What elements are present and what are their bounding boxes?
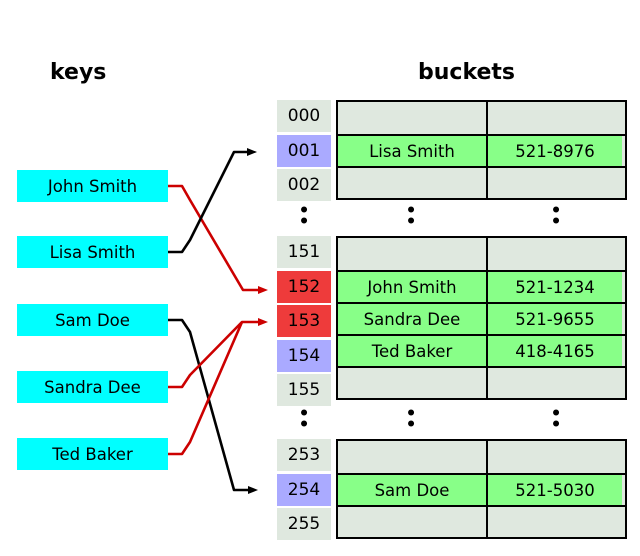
sam-doe-to-254 — [168, 318, 258, 494]
ellipsis-phone: • • — [489, 405, 623, 435]
key-label: Sandra Dee — [44, 377, 141, 397]
bucket-index-cell: 151 — [277, 236, 331, 268]
bucket-index-label: 002 — [287, 175, 321, 195]
bucket-name-cell — [338, 238, 488, 270]
bucket-name-cell: Sam Doe — [338, 475, 488, 505]
bucket-index-label: 254 — [287, 479, 321, 500]
lisa-smith-to-001 — [168, 148, 257, 254]
vertical-ellipsis-icon: • • — [405, 404, 417, 435]
sandra-dee-to-153 — [168, 318, 268, 389]
table-row: John Smith 521-1234 — [338, 270, 625, 302]
bucket-phone-cell: 418-4165 — [488, 336, 622, 366]
bucket-index-label: 253 — [287, 445, 321, 465]
vertical-ellipsis-icon: • • — [298, 201, 310, 232]
bucket-phone-cell — [488, 441, 622, 473]
bucket-phone-cell — [488, 368, 622, 398]
bucket-name-cell: Sandra Dee — [338, 304, 488, 334]
bucket-index-cell: 002 — [277, 169, 331, 201]
bucket-index-cell: 253 — [277, 439, 331, 471]
bucket-index-label: 153 — [287, 311, 321, 331]
table-row: Ted Baker 418-4165 — [338, 334, 625, 366]
bucket-phone-cell — [488, 507, 622, 537]
ellipsis-phone: • • — [489, 202, 623, 232]
bucket-index-label: 154 — [287, 345, 321, 366]
bucket-block: Lisa Smith 521-8976 — [336, 100, 627, 200]
bucket-name-cell: Ted Baker — [338, 336, 488, 366]
ellipsis-index: • • — [277, 202, 331, 232]
john-smith-to-152 — [168, 184, 268, 294]
bucket-phone-cell — [488, 102, 622, 134]
bucket-name-cell — [338, 102, 488, 134]
bucket-name-cell — [338, 507, 488, 537]
ellipsis-index: • • — [277, 405, 331, 435]
keys-heading: keys — [50, 60, 107, 85]
ellipsis-name: • • — [336, 202, 486, 232]
vertical-ellipsis-icon: • • — [550, 201, 562, 232]
bucket-index-label: 255 — [287, 514, 321, 534]
table-row — [338, 238, 625, 270]
bucket-name-cell: Lisa Smith — [338, 136, 488, 166]
key-box[interactable]: Sandra Dee — [17, 371, 168, 403]
key-label: Lisa Smith — [49, 242, 136, 262]
bucket-name-cell: John Smith — [338, 272, 488, 302]
bucket-name-cell — [338, 441, 488, 473]
bucket-index-label: 151 — [287, 242, 321, 262]
buckets-heading: buckets — [418, 60, 516, 85]
key-label: John Smith — [47, 176, 138, 196]
table-row: Sam Doe 521-5030 — [338, 473, 625, 505]
bucket-phone-cell: 521-5030 — [488, 475, 622, 505]
bucket-index-cell: 000 — [277, 100, 331, 132]
vertical-ellipsis-icon: • • — [405, 201, 417, 232]
bucket-index-cell: 155 — [277, 374, 331, 406]
key-box[interactable]: Lisa Smith — [17, 236, 168, 268]
bucket-index-cell: 154 — [277, 339, 331, 372]
key-label: Sam Doe — [55, 310, 130, 330]
table-row — [338, 166, 625, 198]
bucket-phone-cell — [488, 168, 622, 198]
bucket-index-label: 000 — [287, 106, 321, 126]
hash-table-diagram: keys buckets John Smith Lisa Smith Sam Doe… — [0, 0, 640, 556]
ted-baker-to-153 — [168, 321, 244, 456]
bucket-phone-cell: 521-1234 — [488, 272, 622, 302]
key-box[interactable]: Ted Baker — [17, 438, 168, 470]
key-box[interactable]: John Smith — [17, 170, 168, 202]
table-row — [338, 505, 625, 537]
bucket-index-cell: 001 — [277, 134, 331, 167]
table-row — [338, 441, 625, 473]
table-row — [338, 366, 625, 398]
bucket-index-cell: 254 — [277, 473, 331, 506]
bucket-phone-cell: 521-9655 — [488, 304, 622, 334]
bucket-index-cell: 153 — [277, 305, 331, 337]
vertical-ellipsis-icon: • • — [298, 404, 310, 435]
bucket-block: Sam Doe 521-5030 — [336, 439, 627, 539]
bucket-name-cell — [338, 368, 488, 398]
bucket-phone-cell: 521-8976 — [488, 136, 622, 166]
vertical-ellipsis-icon: • • — [550, 404, 562, 435]
bucket-index-cell: 255 — [277, 508, 331, 540]
key-box[interactable]: Sam Doe — [17, 304, 168, 336]
bucket-index-label: 152 — [287, 276, 321, 297]
bucket-name-cell — [338, 168, 488, 198]
table-row — [338, 102, 625, 134]
table-row: Sandra Dee 521-9655 — [338, 302, 625, 334]
bucket-block: John Smith 521-1234 Sandra Dee 521-9655 Ted … — [336, 236, 627, 400]
ellipsis-name: • • — [336, 405, 486, 435]
bucket-index-label: 001 — [287, 140, 321, 161]
table-row: Lisa Smith 521-8976 — [338, 134, 625, 166]
bucket-index-cell: 152 — [277, 270, 331, 303]
bucket-phone-cell — [488, 238, 622, 270]
key-label: Ted Baker — [52, 444, 133, 464]
bucket-index-label: 155 — [287, 380, 321, 400]
